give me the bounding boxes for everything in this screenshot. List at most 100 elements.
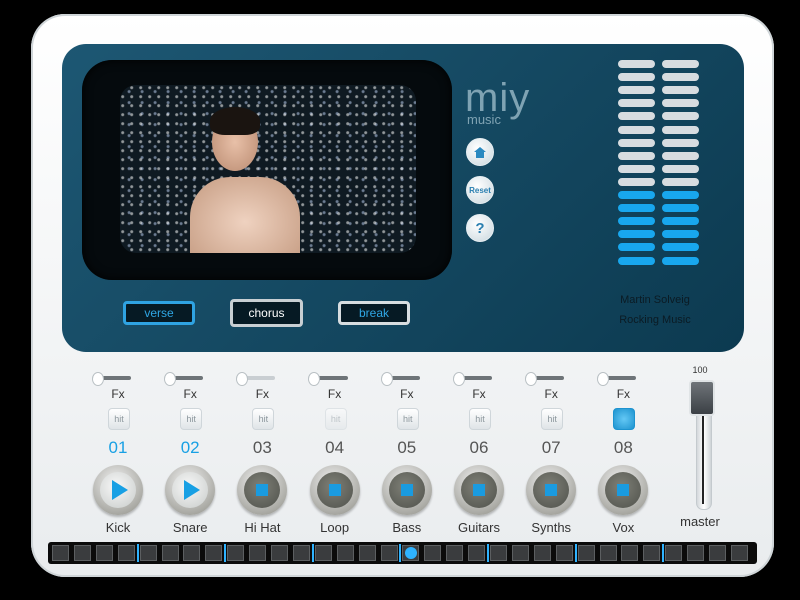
sequencer-step[interactable] — [314, 545, 332, 561]
channel-play-button-synths[interactable] — [526, 465, 577, 515]
sequencer-step[interactable] — [117, 545, 135, 561]
fx-label: Fx — [472, 387, 486, 401]
fx-slider-handle[interactable] — [164, 372, 176, 386]
master-slider-handle[interactable] — [689, 380, 715, 416]
stop-square-icon — [256, 484, 269, 496]
meter-segment — [618, 125, 655, 134]
sequencer-step[interactable] — [533, 545, 551, 561]
fx-label: Fx — [616, 387, 631, 401]
meter-segment — [618, 151, 655, 160]
hit-button[interactable]: hit — [613, 408, 636, 430]
meter-segment — [662, 125, 699, 134]
meter-segment — [618, 164, 655, 173]
section-chorus-label: chorus — [248, 306, 285, 320]
sequencer-step[interactable] — [643, 545, 661, 561]
sequencer-step[interactable] — [271, 545, 288, 561]
channel-number: 01 — [108, 438, 128, 457]
meter-segment — [618, 60, 655, 68]
stop-square-icon — [328, 484, 341, 496]
channel-number: 02 — [180, 438, 200, 457]
meter-segment — [618, 73, 655, 82]
reset-button[interactable]: Reset — [466, 176, 494, 204]
sequencer-step[interactable] — [599, 545, 617, 561]
fx-slider-handle[interactable] — [91, 372, 104, 386]
sequencer-step[interactable] — [249, 545, 267, 561]
hit-button[interactable]: hit — [180, 408, 203, 430]
meter-segment — [618, 86, 655, 95]
channel-play-button-guitars[interactable] — [454, 465, 504, 515]
home-button[interactable] — [466, 138, 494, 166]
sequencer-step[interactable] — [292, 545, 310, 561]
channel-play-button-bass[interactable] — [381, 465, 432, 515]
hit-button[interactable]: hit — [252, 408, 275, 430]
channel-play-button-snare[interactable] — [165, 465, 216, 515]
meter-segment — [662, 191, 699, 199]
hit-button[interactable]: hit — [396, 408, 419, 430]
sequencer-step[interactable] — [424, 545, 442, 561]
meter-segment — [618, 99, 655, 108]
sequencer-step[interactable] — [621, 545, 639, 561]
hit-button[interactable]: hit — [541, 408, 564, 430]
fx-slider-handle[interactable] — [380, 372, 393, 386]
play-icon — [100, 472, 136, 508]
stop-icon — [461, 472, 497, 508]
sequencer-step[interactable] — [95, 545, 113, 561]
channel-play-button-loop[interactable] — [309, 465, 360, 515]
sequencer-step[interactable] — [468, 545, 486, 561]
sequencer-bar-marker — [487, 544, 489, 562]
sequencer-step[interactable] — [52, 545, 69, 561]
sequencer-step[interactable] — [227, 545, 245, 561]
sequencer-step[interactable] — [183, 545, 201, 561]
sequencer-step[interactable] — [490, 545, 507, 561]
master-label: master — [680, 514, 720, 529]
video-person-hair — [210, 107, 260, 135]
channel-number: 03 — [252, 438, 272, 457]
reset-label: Reset — [469, 185, 491, 195]
hit-button[interactable]: hit — [108, 408, 130, 430]
sequencer-step[interactable] — [446, 545, 464, 561]
hit-button[interactable]: hit — [324, 408, 347, 430]
sequencer-step[interactable] — [730, 545, 748, 561]
meter-segment — [618, 243, 655, 252]
sequencer-bar-marker — [136, 544, 139, 562]
meter-segment — [662, 217, 699, 226]
sequencer-step[interactable] — [380, 545, 398, 561]
sequencer-step[interactable] — [511, 545, 529, 561]
meter-segment — [618, 138, 655, 147]
fx-slider-handle[interactable] — [452, 372, 465, 386]
sequencer-step[interactable] — [665, 545, 683, 561]
sequencer-step[interactable] — [358, 545, 376, 561]
sequencer-step[interactable] — [555, 545, 573, 561]
sequencer-step[interactable] — [161, 545, 179, 561]
sequencer-step[interactable] — [709, 545, 726, 561]
sequencer-step[interactable] — [577, 545, 595, 561]
meter-segment — [662, 230, 699, 239]
channel-name: Loop — [320, 520, 350, 535]
fx-label: Fx — [255, 387, 270, 401]
sequencer-step[interactable] — [336, 545, 354, 561]
fx-label: Fx — [544, 387, 558, 401]
hit-button[interactable]: hit — [469, 408, 491, 430]
channel-number: 05 — [397, 438, 417, 457]
meter-segment — [618, 256, 655, 265]
sequencer-step[interactable] — [139, 545, 157, 561]
sequencer-step[interactable] — [73, 545, 91, 561]
section-chorus-button[interactable]: chorus — [230, 299, 303, 327]
sequencer-bar-marker — [662, 544, 665, 562]
meter-segment — [618, 177, 655, 186]
channel-name: Guitars — [458, 520, 500, 535]
section-verse-button[interactable]: verse — [123, 301, 195, 325]
fx-slider-handle[interactable] — [525, 372, 537, 386]
stop-icon — [605, 472, 642, 508]
section-break-label: break — [358, 306, 390, 320]
channel-play-button-kick[interactable] — [93, 465, 143, 515]
section-break-button[interactable]: break — [338, 301, 410, 325]
meter-segment — [662, 86, 699, 95]
sequencer-step[interactable] — [687, 545, 705, 561]
sequencer-bar-marker — [399, 544, 402, 562]
sequencer-step[interactable] — [205, 545, 223, 561]
help-button[interactable]: ? — [466, 214, 494, 242]
meter-segment — [618, 112, 655, 121]
video-person-body — [190, 177, 300, 253]
play-triangle-icon — [184, 480, 201, 500]
